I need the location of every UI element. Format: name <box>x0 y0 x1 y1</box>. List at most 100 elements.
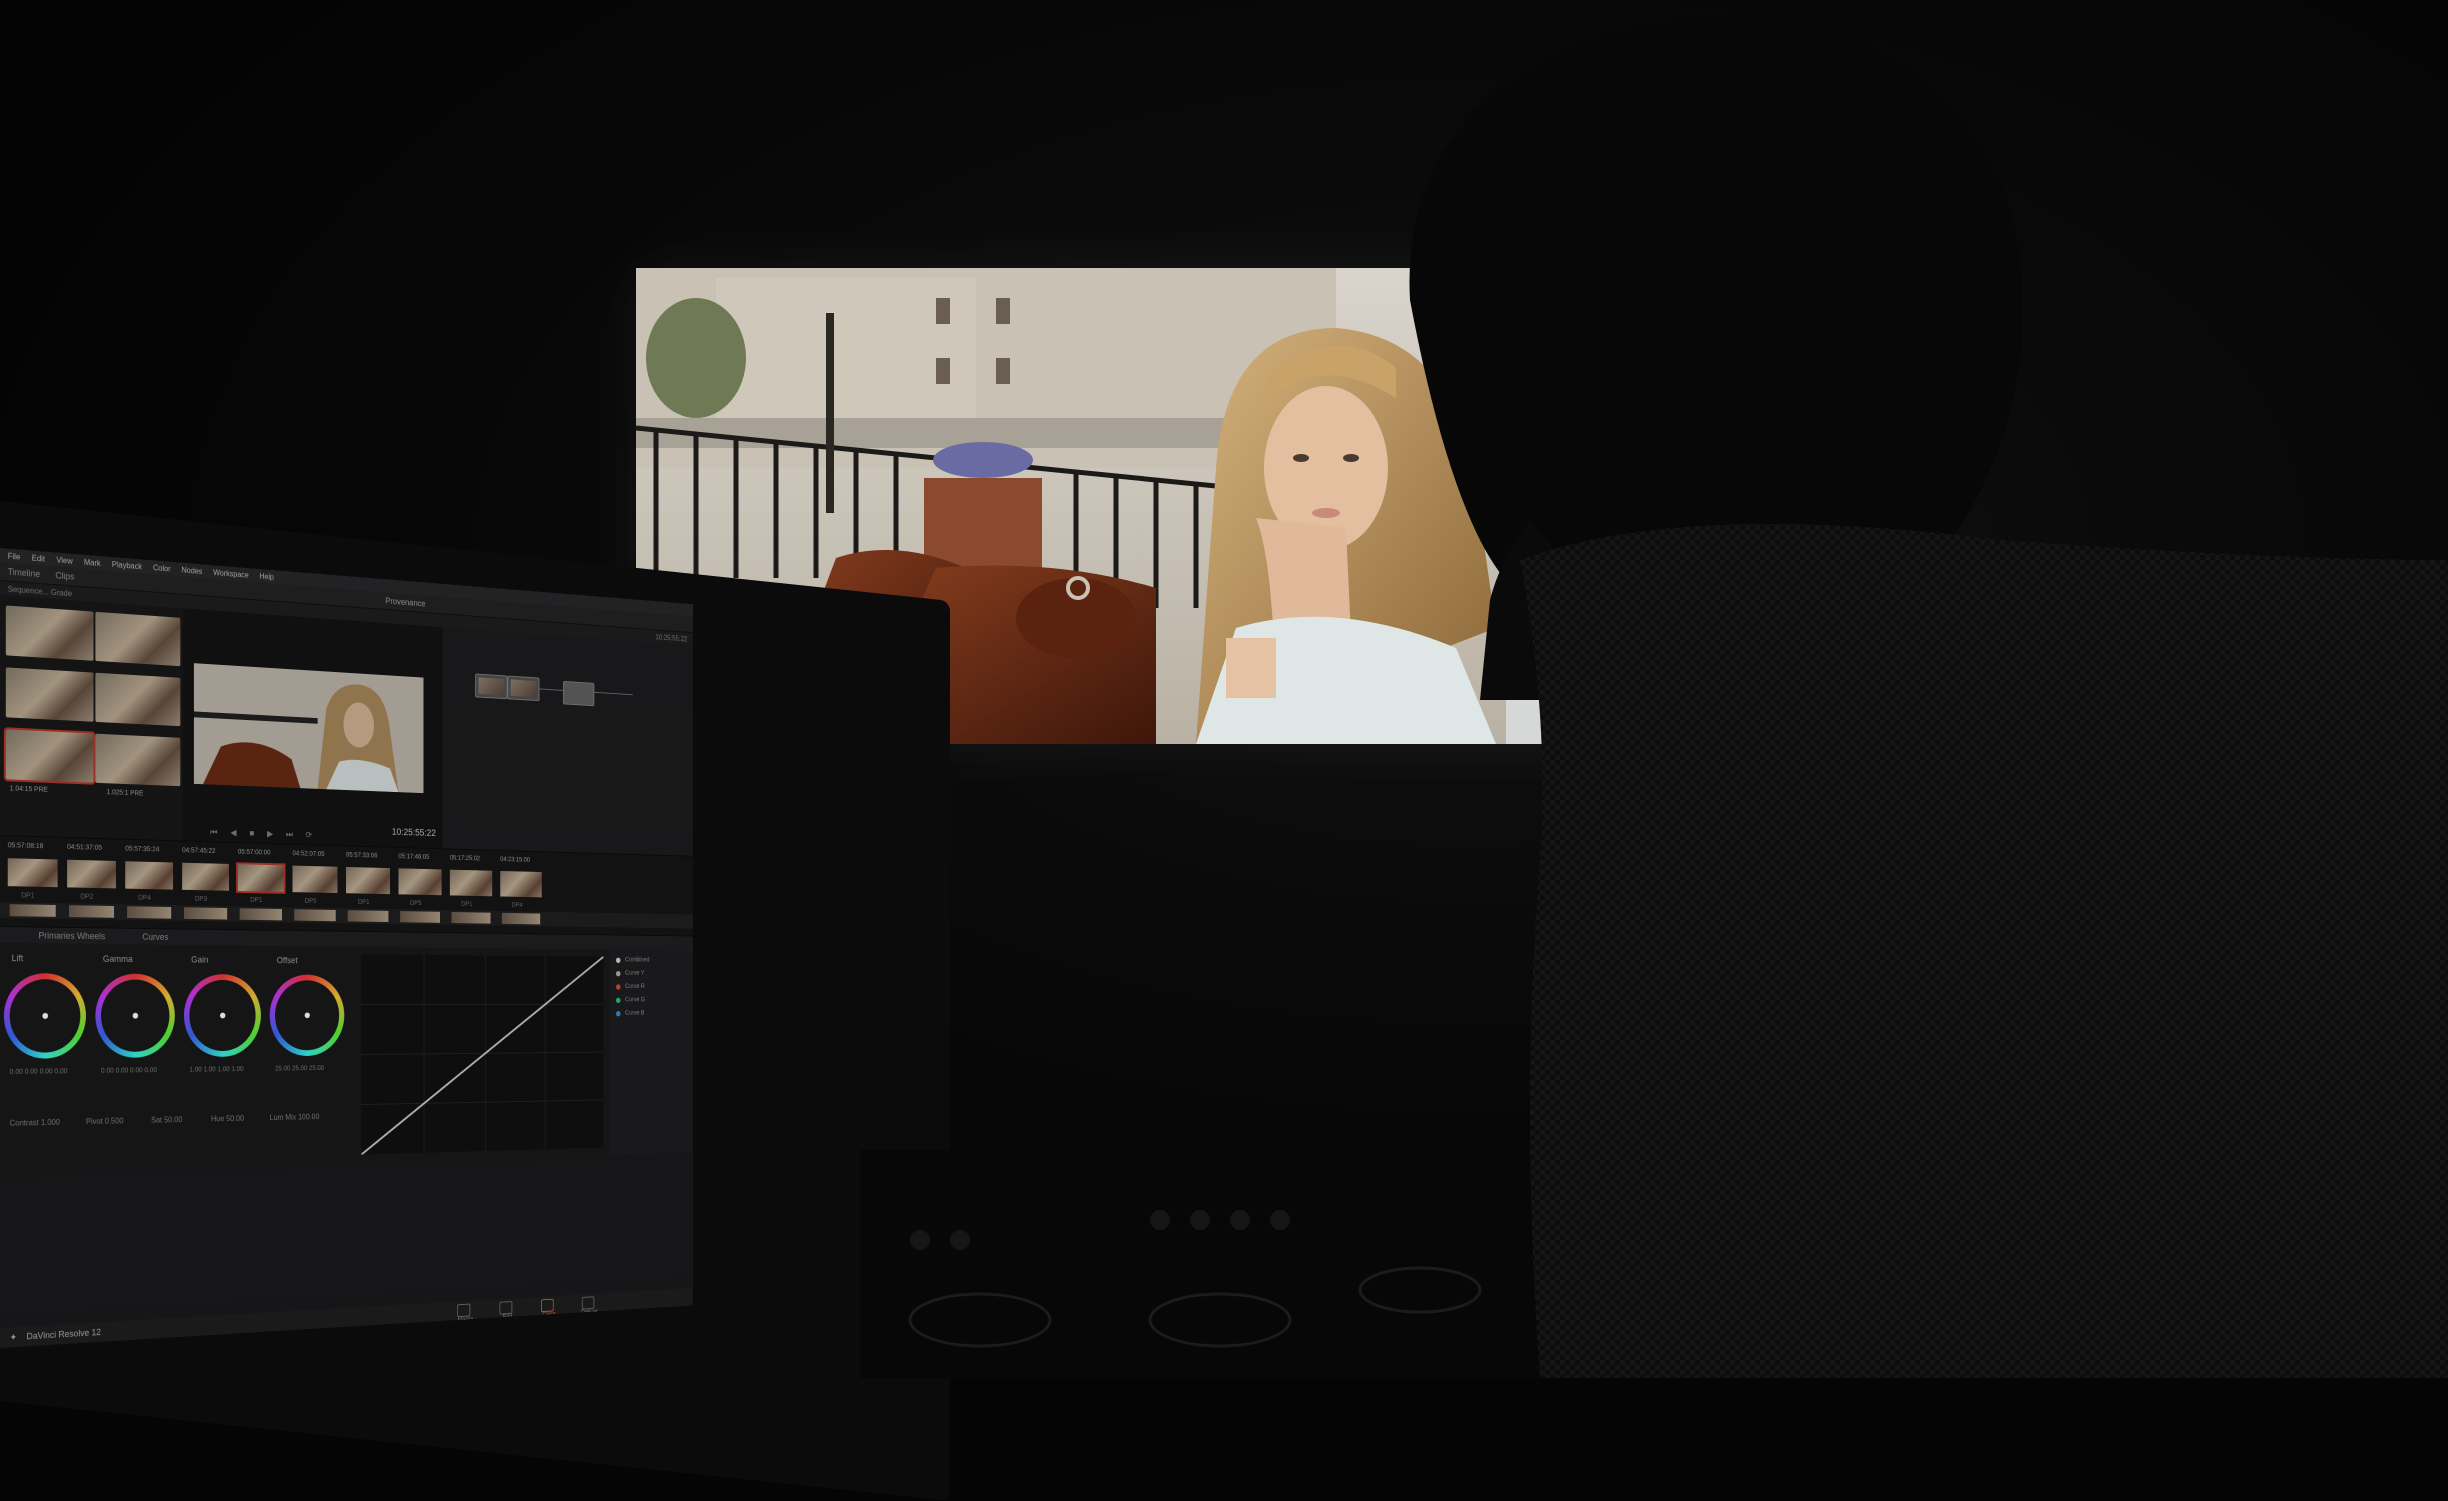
clip-timecode: 05:17:46:05 <box>398 853 429 860</box>
gamma-wheel[interactable] <box>95 974 174 1059</box>
curve-channel-row[interactable]: Curve R <box>616 983 687 989</box>
menu-edit[interactable]: Edit <box>32 553 45 563</box>
clip-label: DP1 <box>21 892 34 899</box>
node-3[interactable] <box>563 681 594 706</box>
clip-label: DP4 <box>138 895 151 902</box>
wheel-title-gain: Gain <box>191 955 208 965</box>
timeline-clip[interactable] <box>8 858 58 887</box>
track-segment[interactable] <box>502 913 540 925</box>
still-label: 1.025:1 PRE <box>107 789 144 797</box>
curve-channel-row[interactable]: Curve Y <box>616 970 687 977</box>
track-segment[interactable] <box>400 911 440 923</box>
timeline-clip[interactable] <box>238 864 284 892</box>
app-name: DaVinci Resolve 12 <box>27 1327 101 1341</box>
viewer-panel: ⏮ ◀ ■ ▶ ⏭ ⟳ 10:25:55:22 <box>183 608 442 848</box>
gamma-values[interactable]: 0.00 0.00 0.00 0.00 <box>101 1067 157 1075</box>
track-segment[interactable] <box>10 904 56 917</box>
page-media-icon[interactable]: Media <box>457 1304 470 1318</box>
curve-channels-panel: Combined Curve Y Curve R Curve G Curve B <box>610 950 693 1155</box>
color-palette: Lift Gamma Gain Offset 0.00 0.00 0.00 0.… <box>0 943 693 1173</box>
curve-channel-row[interactable]: Curve B <box>616 1010 687 1016</box>
still-thumbnail[interactable] <box>6 667 94 721</box>
menu-view[interactable]: View <box>56 555 72 565</box>
still-thumbnail[interactable] <box>6 605 94 660</box>
project-title: Provenance <box>385 596 425 608</box>
still-thumbnail[interactable] <box>95 734 180 787</box>
menu-workspace[interactable]: Workspace <box>213 568 249 579</box>
timeline-clip[interactable] <box>125 861 173 889</box>
node-1[interactable] <box>475 674 507 700</box>
track-segment[interactable] <box>69 905 114 918</box>
viewer-timecode: 10:25:55:22 <box>392 827 436 839</box>
tab-curves[interactable]: Curves <box>142 932 168 942</box>
clip-label: DP5 <box>410 900 421 907</box>
clip-label: DP1 <box>358 899 370 906</box>
tab-timeline[interactable]: Timeline <box>8 567 40 579</box>
track-segment[interactable] <box>451 912 490 924</box>
davinci-resolve-window: File Edit View Mark Playback Color Nodes… <box>0 548 693 1348</box>
clip-label: DP2 <box>80 894 93 901</box>
clip-timecode: 05:57:00:00 <box>238 849 271 857</box>
track-segment[interactable] <box>294 909 335 921</box>
lift-values[interactable]: 0.00 0.00 0.00 0.00 <box>10 1068 68 1076</box>
page-color-icon[interactable]: Color <box>541 1299 554 1312</box>
clip-timecode: 05:57:08:18 <box>8 842 44 850</box>
timeline-clip[interactable] <box>292 866 337 893</box>
clip-timecode: 05:57:35:24 <box>125 846 159 854</box>
wheel-title-lift: Lift <box>12 953 24 963</box>
still-label: 1.04:15 PRE <box>10 785 48 793</box>
clip-label: DP5 <box>305 898 317 905</box>
track-segment[interactable] <box>240 908 282 920</box>
page-deliver-icon[interactable]: Deliver <box>582 1296 594 1309</box>
clip-timecode: 04:51:37:05 <box>67 844 102 852</box>
clip-label: DP3 <box>195 896 207 903</box>
stills-gallery: 1.04:15 PRE 1.025:1 PRE <box>0 595 183 840</box>
menu-color[interactable]: Color <box>153 563 171 573</box>
resolve-logo-icon: ✦ <box>10 1332 17 1343</box>
offset-values[interactable]: 25.00 25.00 25.00 <box>275 1065 324 1072</box>
gain-wheel[interactable] <box>184 974 261 1057</box>
timeline-clip[interactable] <box>450 870 492 897</box>
still-thumbnail[interactable] <box>95 612 180 666</box>
still-thumbnail[interactable] <box>95 673 180 726</box>
curve-channel-row[interactable]: Combined <box>616 957 687 964</box>
timeline-clip[interactable] <box>182 863 229 891</box>
page-edit-icon[interactable]: Edit <box>499 1301 512 1315</box>
timeline-clip[interactable] <box>398 868 441 895</box>
menu-playback[interactable]: Playback <box>112 560 142 571</box>
header-timecode: 10:25:55:22 <box>655 633 687 643</box>
menu-nodes[interactable]: Nodes <box>181 565 202 575</box>
tab-clips[interactable]: Clips <box>55 570 74 581</box>
clip-timecode: 05:17:25:02 <box>450 855 480 862</box>
timeline-track <box>0 902 693 929</box>
timeline-clip[interactable] <box>67 860 116 889</box>
wheel-title-offset: Offset <box>277 955 298 965</box>
timeline-clip[interactable] <box>346 867 390 894</box>
menu-mark[interactable]: Mark <box>84 557 101 567</box>
transport-controls[interactable]: ⏮ ◀ ■ ▶ ⏭ ⟳ <box>210 827 317 841</box>
clip-timecode: 04:52:07:05 <box>292 850 324 858</box>
hue-field[interactable]: Hue 50.00 <box>211 1114 244 1123</box>
still-thumbnail-selected[interactable] <box>6 729 94 782</box>
track-segment[interactable] <box>184 907 227 919</box>
track-segment[interactable] <box>348 910 389 922</box>
gain-values[interactable]: 1.00 1.00 1.00 1.00 <box>189 1066 243 1073</box>
node-2[interactable] <box>507 676 539 702</box>
track-segment[interactable] <box>127 906 171 918</box>
offset-wheel[interactable] <box>270 974 345 1056</box>
viewer-image <box>194 663 424 793</box>
curves-graph[interactable] <box>361 954 603 1154</box>
timeline-clip[interactable] <box>500 871 542 897</box>
pivot-field[interactable]: Pivot 0.500 <box>86 1116 123 1126</box>
clip-label: DP4 <box>512 902 523 909</box>
wheel-title-gamma: Gamma <box>103 954 133 964</box>
menu-file[interactable]: File <box>8 551 20 561</box>
tab-primaries-wheels[interactable]: Primaries Wheels <box>39 931 106 942</box>
lum-mix-field[interactable]: Lum Mix 100.00 <box>270 1112 320 1122</box>
contrast-field[interactable]: Contrast 1.000 <box>10 1118 60 1128</box>
menu-help[interactable]: Help <box>259 571 273 581</box>
saturation-field[interactable]: Sat 50.00 <box>151 1115 182 1124</box>
lift-wheel[interactable] <box>4 973 86 1059</box>
primaries-wheels-panel: Lift Gamma Gain Offset 0.00 0.00 0.00 0.… <box>0 943 355 1173</box>
curve-channel-row[interactable]: Curve G <box>616 997 687 1003</box>
